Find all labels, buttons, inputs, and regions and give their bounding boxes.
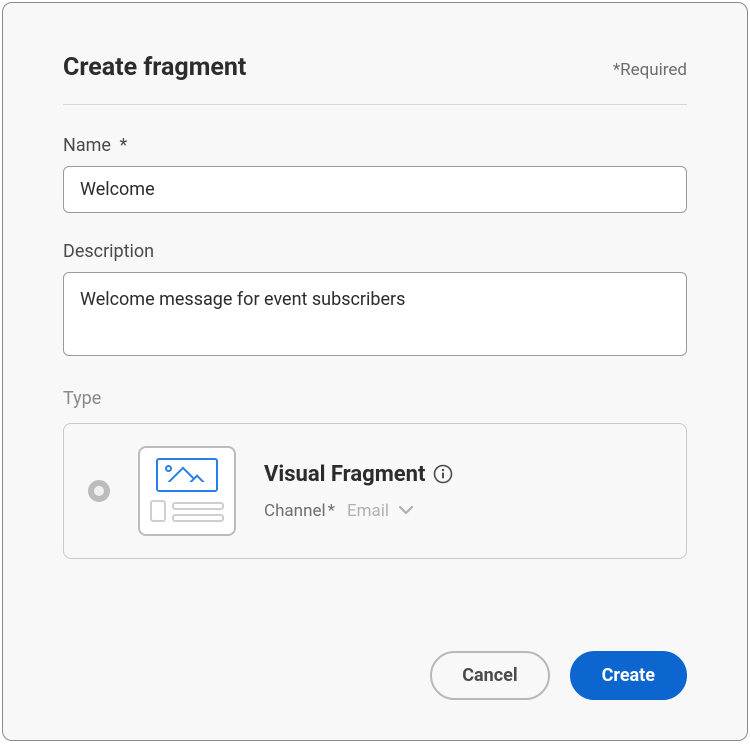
description-label: Description bbox=[63, 241, 687, 262]
description-field-group: Description Welcome message for event su… bbox=[63, 241, 687, 360]
create-button[interactable]: Create bbox=[570, 651, 687, 700]
type-option-body: Visual Fragment Channel* Email bbox=[264, 462, 662, 521]
dialog-title: Create fragment bbox=[63, 53, 246, 82]
name-label-text: Name bbox=[63, 135, 111, 156]
dialog-header: Create fragment *Required bbox=[63, 53, 687, 105]
channel-label: Channel* bbox=[264, 501, 335, 521]
name-input[interactable] bbox=[63, 166, 687, 213]
description-input[interactable]: Welcome message for event subscribers bbox=[63, 272, 687, 356]
create-fragment-dialog: Create fragment *Required Name * Descrip… bbox=[2, 2, 748, 741]
chevron-down-icon bbox=[399, 506, 413, 515]
fragment-thumbnail-icon bbox=[138, 446, 236, 536]
cancel-button[interactable]: Cancel bbox=[430, 651, 549, 700]
required-hint: *Required bbox=[613, 60, 687, 80]
name-asterisk: * bbox=[119, 135, 127, 156]
dialog-button-row: Cancel Create bbox=[430, 651, 687, 700]
name-label: Name * bbox=[63, 135, 687, 156]
type-option-title: Visual Fragment bbox=[264, 462, 425, 487]
channel-value[interactable]: Email bbox=[347, 501, 413, 521]
channel-selector[interactable]: Channel* Email bbox=[264, 501, 662, 521]
type-label: Type bbox=[63, 388, 687, 409]
type-field-group: Type Vi bbox=[63, 388, 687, 559]
type-option-visual-fragment[interactable]: Visual Fragment Channel* Email bbox=[63, 423, 687, 559]
name-field-group: Name * bbox=[63, 135, 687, 213]
info-icon[interactable] bbox=[433, 464, 453, 484]
radio-icon[interactable] bbox=[88, 480, 110, 502]
